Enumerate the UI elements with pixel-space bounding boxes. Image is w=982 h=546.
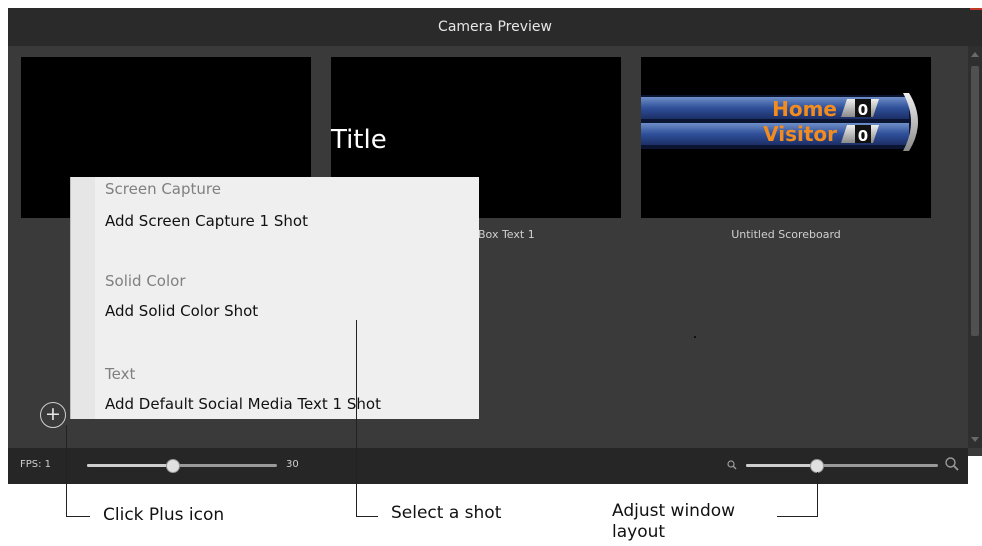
callout-line-plus <box>66 425 67 517</box>
zoom-in-icon[interactable] <box>944 456 960 472</box>
callout-shot-label: Select a shot <box>391 503 502 523</box>
callout-line-layout-h <box>777 516 818 517</box>
scroll-down-icon[interactable] <box>971 437 979 442</box>
zoom-slider-fill <box>746 464 817 467</box>
callout-layout-label-2: layout <box>612 522 666 542</box>
callout-line-shot-h <box>356 516 378 517</box>
fps-slider-handle[interactable] <box>166 459 180 473</box>
vertical-scrollbar[interactable] <box>968 46 982 448</box>
shot-label-2: Box Text 1 <box>478 228 535 241</box>
scoreboard-home-score: 0 <box>858 101 868 119</box>
menu-item-add-screen-capture[interactable]: Add Screen Capture 1 Shot <box>105 212 308 230</box>
scroll-up-icon[interactable] <box>971 52 979 57</box>
shot-label-3: Untitled Scoreboard <box>731 228 841 241</box>
menu-gutter <box>71 177 95 419</box>
add-shot-menu: Screen Capture Add Screen Capture 1 Shot… <box>70 177 479 419</box>
plus-icon[interactable]: + <box>40 402 66 428</box>
scoreboard-graphic: Home Visitor 0 0 <box>641 93 918 151</box>
window-title: Camera Preview <box>438 19 552 35</box>
menu-item-add-solid-color[interactable]: Add Solid Color Shot <box>105 302 258 320</box>
menu-heading-text: Text <box>105 365 136 383</box>
menu-heading-screen-capture: Screen Capture <box>105 180 221 198</box>
callout-line-plus-h <box>66 516 90 517</box>
scoreboard-visitor-score: 0 <box>858 127 868 145</box>
zoom-slider[interactable] <box>746 459 938 473</box>
scoreboard-visitor: Visitor <box>763 122 837 146</box>
titlebar-accent <box>970 8 982 10</box>
callout-line-layout <box>817 472 818 517</box>
shot-preview-title: Title <box>331 125 387 155</box>
zoom-slider-handle[interactable] <box>810 459 824 473</box>
stray-pixel <box>694 336 696 338</box>
scrollbar-thumb[interactable] <box>971 66 979 336</box>
menu-item-add-social-media-text[interactable]: Add Default Social Media Text 1 Shot <box>105 395 381 413</box>
fps-slider[interactable] <box>87 459 277 473</box>
fps-label: FPS: 1 <box>20 459 52 470</box>
scoreboard-home: Home <box>772 97 837 121</box>
fps-slider-fill <box>87 464 173 467</box>
fps-max-label: 30 <box>286 459 299 470</box>
callout-layout-label-1: Adjust window <box>612 501 736 521</box>
preview-footer: FPS: 1 30 <box>8 448 968 484</box>
menu-heading-solid-color: Solid Color <box>105 272 186 290</box>
shot-thumbnail-3[interactable]: Home Visitor 0 0 <box>641 57 931 218</box>
callout-line-shot <box>356 320 357 517</box>
window-titlebar: Camera Preview <box>8 8 982 46</box>
callout-plus-label: Click Plus icon <box>103 505 225 525</box>
zoom-out-icon[interactable] <box>726 459 738 471</box>
